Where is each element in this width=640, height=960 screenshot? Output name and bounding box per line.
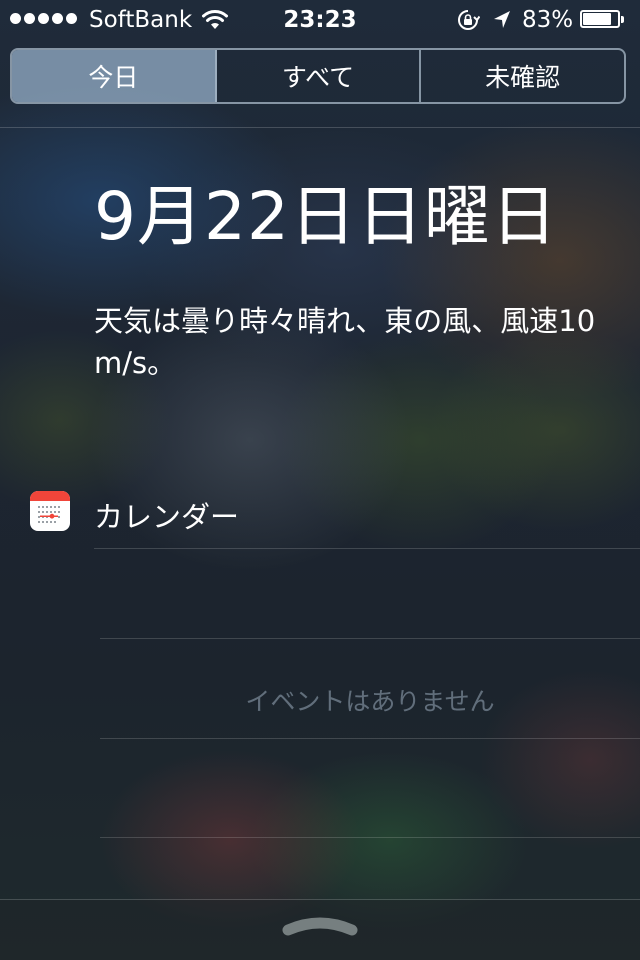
tab-all[interactable]: すべて xyxy=(217,50,422,102)
battery-icon xyxy=(580,10,624,30)
header-divider xyxy=(0,127,640,128)
battery-level-fill xyxy=(583,13,611,25)
rotation-lock-icon xyxy=(456,9,481,37)
today-date-heading: 9月22日日曜日 xyxy=(94,178,558,255)
blurred-background xyxy=(0,0,640,960)
calendar-divider xyxy=(94,548,640,549)
calendar-hour-line xyxy=(100,837,640,838)
calendar-hour-line xyxy=(100,638,640,639)
calendar-hour-line xyxy=(100,738,640,739)
weather-summary: 天気は曇り時々晴れ、東の風、風速10 m/s。 xyxy=(94,304,596,380)
status-bar: SoftBank 23:23 83% xyxy=(0,0,640,40)
tab-today[interactable]: 今日 xyxy=(12,50,217,102)
chevron-up-icon[interactable] xyxy=(280,912,360,942)
tab-missed[interactable]: 未確認 xyxy=(421,50,624,102)
battery-terminal xyxy=(621,16,624,23)
notification-center-tabs: 今日 すべて 未確認 xyxy=(10,48,626,104)
calendar-section-title[interactable]: カレンダー xyxy=(94,494,239,536)
location-arrow-icon xyxy=(492,9,512,37)
bottom-divider xyxy=(0,899,640,900)
battery-percentage: 83% xyxy=(522,7,574,33)
no-events-message: イベントはありません xyxy=(245,687,495,716)
calendar-icon xyxy=(30,491,70,531)
